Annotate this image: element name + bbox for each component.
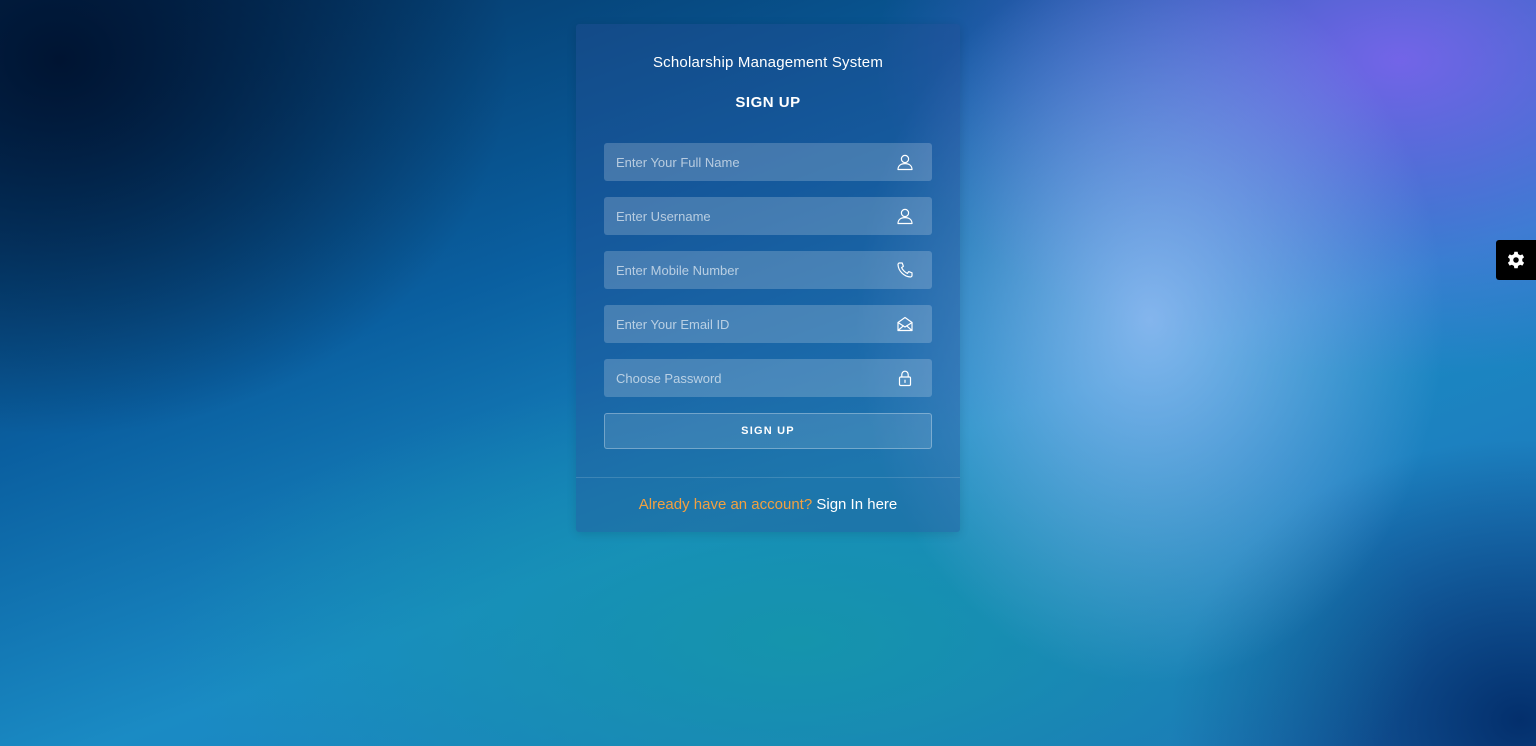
signin-prompt-text: Already have an account? <box>638 496 813 513</box>
email-field <box>604 305 932 343</box>
mobile-number-field <box>604 251 932 289</box>
username-input[interactable] <box>604 197 932 235</box>
app-title: Scholarship Management System <box>652 54 884 71</box>
signin-prompt: Already have an account? Sign In here <box>576 496 960 513</box>
signin-link[interactable]: Sign In here <box>816 496 897 513</box>
mobile-number-input[interactable] <box>604 251 932 289</box>
form-heading: SIGN UP <box>735 94 801 111</box>
full-name-input[interactable] <box>604 143 932 181</box>
gear-icon <box>1505 249 1527 271</box>
email-input[interactable] <box>604 305 932 343</box>
signup-card: Scholarship Management System SIGN UP En… <box>576 24 960 532</box>
phone-icon <box>896 261 914 279</box>
lock-icon <box>896 369 914 387</box>
full-name-field <box>604 143 932 181</box>
username-field <box>604 197 932 235</box>
password-field <box>604 359 932 397</box>
settings-button[interactable] <box>1496 240 1536 280</box>
divider <box>576 477 960 478</box>
signup-button[interactable]: SIGN UP <box>604 413 932 449</box>
user-icon <box>896 207 914 225</box>
user-icon <box>896 153 914 171</box>
password-input[interactable] <box>604 359 932 397</box>
envelope-icon <box>896 315 914 333</box>
